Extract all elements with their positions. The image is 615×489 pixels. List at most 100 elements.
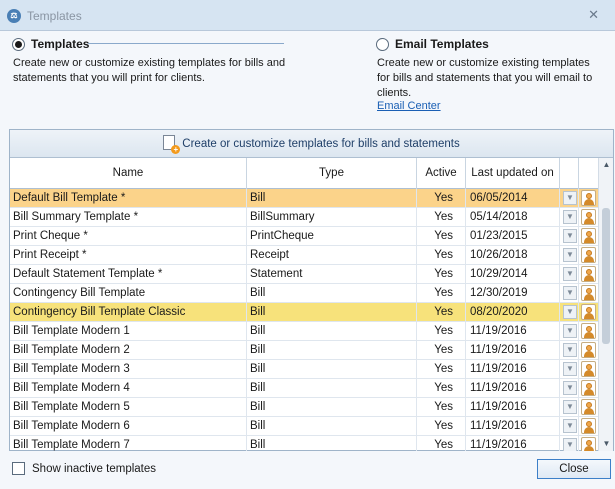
user-icon[interactable]: [581, 266, 596, 282]
table-row[interactable]: Print Cheque * PrintCheque Yes 01/23/2015 ▼: [10, 227, 598, 246]
user-icon[interactable]: [581, 323, 596, 339]
dropdown-arrow-icon[interactable]: ▼: [563, 343, 577, 357]
row-type-cell: Statement: [247, 265, 417, 283]
row-type-cell: Bill: [247, 360, 417, 378]
user-icon[interactable]: [581, 380, 596, 396]
row-dropdown-cell: ▼: [560, 322, 579, 340]
table-row[interactable]: Bill Template Modern 4 Bill Yes 11/19/2016 ▼: [10, 379, 598, 398]
dropdown-arrow-icon[interactable]: ▼: [563, 305, 577, 319]
table-row[interactable]: Default Bill Template * Bill Yes 06/05/2014…: [10, 189, 598, 208]
table-row[interactable]: Contingency Bill Template Bill Yes 12/30/20…: [10, 284, 598, 303]
dropdown-arrow-icon[interactable]: ▼: [563, 419, 577, 433]
row-type-cell: Receipt: [247, 246, 417, 264]
scroll-up-icon[interactable]: ▲: [599, 158, 614, 172]
vertical-scrollbar[interactable]: ▲ ▼: [598, 158, 613, 451]
column-header-dropdown: [560, 158, 579, 189]
table-row[interactable]: Bill Template Modern 7 Bill Yes 11/19/2016 ▼: [10, 436, 598, 451]
column-header-name[interactable]: Name: [10, 158, 247, 189]
column-header-last-updated[interactable]: Last updated on: [466, 158, 560, 189]
row-dropdown-cell: ▼: [560, 417, 579, 435]
email-templates-radio[interactable]: [376, 37, 389, 51]
row-name-cell: Bill Template Modern 7: [10, 436, 247, 451]
column-header-active[interactable]: Active: [417, 158, 466, 189]
row-date-cell: 08/20/2020: [466, 303, 560, 321]
dropdown-arrow-icon[interactable]: ▼: [563, 362, 577, 376]
row-date-cell: 11/19/2016: [466, 417, 560, 435]
show-inactive-checkbox[interactable]: [12, 462, 25, 475]
grid-header: Name Type Active Last updated on: [10, 158, 613, 189]
row-date-cell: 01/23/2015: [466, 227, 560, 245]
row-user-cell: [579, 322, 598, 340]
row-name-cell: Default Statement Template *: [10, 265, 247, 283]
close-button[interactable]: Close: [537, 459, 611, 479]
row-active-cell: Yes: [417, 322, 466, 340]
show-inactive-toggle[interactable]: Show inactive templates: [12, 462, 156, 475]
row-date-cell: 05/14/2018: [466, 208, 560, 226]
dropdown-arrow-icon[interactable]: ▼: [563, 191, 577, 205]
row-dropdown-cell: ▼: [560, 265, 579, 283]
dropdown-arrow-icon[interactable]: ▼: [563, 267, 577, 281]
row-date-cell: 11/19/2016: [466, 322, 560, 340]
user-icon[interactable]: [581, 304, 596, 320]
row-name-cell: Bill Template Modern 6: [10, 417, 247, 435]
user-icon[interactable]: [581, 437, 596, 451]
scroll-down-icon[interactable]: ▼: [599, 437, 614, 451]
create-template-button[interactable]: + Create or customize templates for bill…: [10, 130, 613, 158]
table-row[interactable]: Bill Template Modern 6 Bill Yes 11/19/2016 ▼: [10, 417, 598, 436]
dropdown-arrow-icon[interactable]: ▼: [563, 381, 577, 395]
dropdown-arrow-icon[interactable]: ▼: [563, 400, 577, 414]
user-icon[interactable]: [581, 228, 596, 244]
user-icon[interactable]: [581, 418, 596, 434]
email-templates-radio-label: Email Templates: [395, 37, 489, 51]
row-name-cell: Print Cheque *: [10, 227, 247, 245]
user-icon[interactable]: [581, 361, 596, 377]
row-name-cell: Contingency Bill Template: [10, 284, 247, 302]
user-icon[interactable]: [581, 285, 596, 301]
template-rows: Default Bill Template * Bill Yes 06/05/2014…: [10, 189, 598, 451]
row-type-cell: Bill: [247, 436, 417, 451]
row-name-cell: Bill Summary Template *: [10, 208, 247, 226]
dropdown-arrow-icon[interactable]: ▼: [563, 286, 577, 300]
table-row[interactable]: Bill Summary Template * BillSummary Yes 05/…: [10, 208, 598, 227]
row-dropdown-cell: ▼: [560, 341, 579, 359]
templates-option[interactable]: Templates: [12, 37, 89, 51]
column-header-type[interactable]: Type: [247, 158, 417, 189]
dropdown-arrow-icon[interactable]: ▼: [563, 229, 577, 243]
row-user-cell: [579, 208, 598, 226]
table-row[interactable]: Bill Template Modern 5 Bill Yes 11/19/2016 ▼: [10, 398, 598, 417]
user-icon[interactable]: [581, 190, 596, 206]
row-active-cell: Yes: [417, 246, 466, 264]
dropdown-arrow-icon[interactable]: ▼: [563, 210, 577, 224]
table-row[interactable]: Default Statement Template * Statement Yes…: [10, 265, 598, 284]
window-close-icon[interactable]: ✕: [588, 7, 599, 23]
email-templates-option[interactable]: Email Templates: [376, 37, 489, 51]
row-active-cell: Yes: [417, 227, 466, 245]
window-title: Templates: [27, 9, 82, 23]
dropdown-arrow-icon[interactable]: ▼: [563, 438, 577, 451]
row-user-cell: [579, 227, 598, 245]
table-row[interactable]: Bill Template Modern 3 Bill Yes 11/19/2016 ▼: [10, 360, 598, 379]
user-icon[interactable]: [581, 342, 596, 358]
row-active-cell: Yes: [417, 284, 466, 302]
user-icon[interactable]: [581, 247, 596, 263]
row-user-cell: [579, 398, 598, 416]
user-icon[interactable]: [581, 209, 596, 225]
dropdown-arrow-icon[interactable]: ▼: [563, 248, 577, 262]
row-type-cell: Bill: [247, 417, 417, 435]
row-dropdown-cell: ▼: [560, 436, 579, 451]
email-center-link[interactable]: Email Center: [377, 100, 441, 112]
row-active-cell: Yes: [417, 208, 466, 226]
row-name-cell: Default Bill Template *: [10, 189, 247, 207]
table-row[interactable]: Print Receipt * Receipt Yes 10/26/2018 ▼: [10, 246, 598, 265]
scroll-thumb[interactable]: [602, 208, 610, 344]
row-date-cell: 11/19/2016: [466, 360, 560, 378]
user-icon[interactable]: [581, 399, 596, 415]
dropdown-arrow-icon[interactable]: ▼: [563, 324, 577, 338]
table-row[interactable]: Bill Template Modern 2 Bill Yes 11/19/2016 ▼: [10, 341, 598, 360]
table-row[interactable]: Bill Template Modern 1 Bill Yes 11/19/2016 ▼: [10, 322, 598, 341]
row-date-cell: 11/19/2016: [466, 398, 560, 416]
row-name-cell: Bill Template Modern 5: [10, 398, 247, 416]
row-type-cell: Bill: [247, 189, 417, 207]
templates-radio[interactable]: [12, 37, 25, 51]
table-row[interactable]: Contingency Bill Template Classic Bill Yes…: [10, 303, 598, 322]
